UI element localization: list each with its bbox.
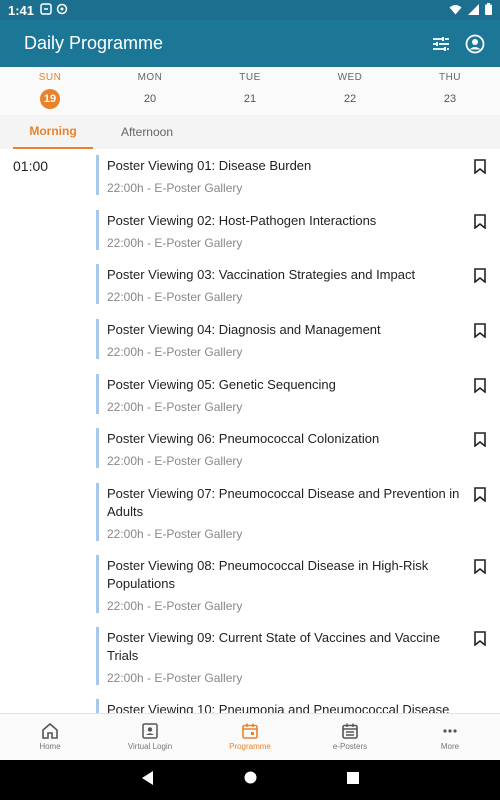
session-title: Poster Viewing 01: Disease Burden: [107, 158, 312, 173]
day-tue[interactable]: TUE 21: [200, 67, 300, 115]
nav-programme[interactable]: Programme: [200, 714, 300, 760]
poster-calendar-icon: [342, 723, 358, 739]
nav-e-posters[interactable]: e-Posters: [300, 714, 400, 760]
tab-afternoon[interactable]: Afternoon: [107, 115, 187, 149]
session-title: Poster Viewing 05: Genetic Sequencing: [107, 377, 336, 392]
session-item[interactable]: Poster Viewing 04: Diagnosis and Managem…: [96, 319, 496, 359]
session-item[interactable]: Poster Viewing 08: Pneumococcal Disease …: [96, 555, 496, 613]
status-time: 1:41: [8, 2, 35, 18]
bookmark-icon[interactable]: [474, 214, 486, 230]
session-meta: 22:00h - E-Poster Gallery: [107, 400, 243, 414]
nav-virtual-login[interactable]: Virtual Login: [100, 714, 200, 760]
session-title: Poster Viewing 08: Pneumococcal Disease …: [107, 558, 429, 591]
session-meta: 22:00h - E-Poster Gallery: [107, 454, 243, 468]
session-item[interactable]: Poster Viewing 09: Current State of Vacc…: [96, 627, 496, 685]
app-bar: Daily Programme: [0, 20, 500, 67]
session-title: Poster Viewing 03: Vaccination Strategie…: [107, 267, 416, 282]
nav-label: e-Posters: [332, 742, 368, 751]
session-title: Poster Viewing 04: Diagnosis and Managem…: [107, 322, 381, 337]
session-meta: 22:00h - E-Poster Gallery: [107, 671, 243, 685]
session-item[interactable]: Poster Viewing 01: Disease Burden 22:00h…: [96, 155, 496, 195]
day-name: MON: [137, 72, 163, 83]
tab-morning[interactable]: Morning: [13, 115, 93, 149]
notification-icon: [40, 2, 52, 18]
session-meta: 22:00h - E-Poster Gallery: [107, 345, 243, 359]
sync-icon: [56, 3, 68, 18]
back-icon[interactable]: [141, 770, 154, 790]
session-item[interactable]: Poster Viewing 02: Host-Pathogen Interac…: [96, 210, 496, 250]
session-meta: 22:00h - E-Poster Gallery: [107, 599, 243, 613]
bookmark-icon[interactable]: [474, 631, 486, 647]
bookmark-icon[interactable]: [474, 559, 486, 575]
bookmark-icon[interactable]: [474, 378, 486, 394]
more-dots-icon: [443, 729, 457, 733]
session-item[interactable]: Poster Viewing 10: Pneumonia and Pneumoc…: [96, 699, 496, 713]
day-date: 23: [443, 93, 457, 105]
bookmark-icon[interactable]: [474, 268, 486, 284]
home-icon: [42, 723, 58, 739]
nav-home[interactable]: Home: [0, 714, 100, 760]
day-name: SUN: [38, 72, 62, 83]
session-title: Poster Viewing 09: Current State of Vacc…: [107, 630, 441, 663]
nav-label: Home: [39, 742, 61, 751]
bookmark-icon[interactable]: [474, 432, 486, 448]
day-date: 20: [143, 93, 157, 105]
bookmark-icon[interactable]: [474, 159, 486, 175]
nav-more[interactable]: More: [400, 714, 500, 760]
day-sun[interactable]: SUN 19: [0, 67, 100, 115]
wifi-icon: [449, 3, 462, 18]
session-title: Poster Viewing 07: Pneumococcal Disease …: [107, 486, 460, 519]
day-thu[interactable]: THU 23: [400, 67, 500, 115]
day-date: 21: [243, 93, 257, 105]
signal-icon: [468, 3, 479, 18]
contact-card-icon: [142, 723, 158, 739]
status-bar: 1:41: [0, 0, 500, 20]
session-item[interactable]: Poster Viewing 07: Pneumococcal Disease …: [96, 483, 496, 541]
bookmark-icon[interactable]: [474, 487, 486, 503]
session-title: Poster Viewing 06: Pneumococcal Coloniza…: [107, 431, 380, 446]
session-tabs: Morning Afternoon: [0, 115, 500, 149]
session-item[interactable]: Poster Viewing 05: Genetic Sequencing 22…: [96, 374, 496, 414]
battery-icon: [485, 2, 492, 18]
recents-icon[interactable]: [346, 771, 359, 789]
page-title: Daily Programme: [24, 33, 164, 53]
nav-label: More: [440, 742, 460, 751]
session-item[interactable]: Poster Viewing 06: Pneumococcal Coloniza…: [96, 428, 496, 468]
session-meta: 22:00h - E-Poster Gallery: [107, 181, 243, 195]
bottom-nav: Home Virtual Login Programme e-Posters M…: [0, 713, 500, 760]
time-slot: 01:00: [13, 158, 49, 174]
bookmark-icon[interactable]: [474, 323, 486, 339]
day-wed[interactable]: WED 22: [300, 67, 400, 115]
session-meta: 22:00h - E-Poster Gallery: [107, 290, 243, 304]
system-nav-bar: [0, 760, 500, 800]
calendar-icon: [242, 723, 258, 739]
filter-icon[interactable]: [428, 31, 454, 57]
day-selector: SUN 19 MON 20 TUE 21 WED 22 THU 23: [0, 67, 500, 115]
day-name: THU: [438, 72, 462, 83]
nav-label: Programme: [229, 742, 271, 751]
session-item[interactable]: Poster Viewing 03: Vaccination Strategie…: [96, 264, 496, 304]
session-meta: 22:00h - E-Poster Gallery: [107, 236, 243, 250]
account-icon[interactable]: [462, 31, 488, 57]
day-date: 22: [343, 93, 357, 105]
home-circle-icon[interactable]: [244, 771, 257, 789]
session-title: Poster Viewing 10: Pneumonia and Pneumoc…: [107, 702, 450, 713]
session-meta: 22:00h - E-Poster Gallery: [107, 527, 243, 541]
nav-label: Virtual Login: [127, 742, 173, 751]
day-name: WED: [337, 72, 363, 83]
session-title: Poster Viewing 02: Host-Pathogen Interac…: [107, 213, 377, 228]
day-date: 19: [40, 89, 60, 109]
day-mon[interactable]: MON 20: [100, 67, 200, 115]
session-list[interactable]: 01:00 Poster Viewing 01: Disease Burden …: [0, 149, 500, 713]
day-name: TUE: [239, 72, 261, 83]
